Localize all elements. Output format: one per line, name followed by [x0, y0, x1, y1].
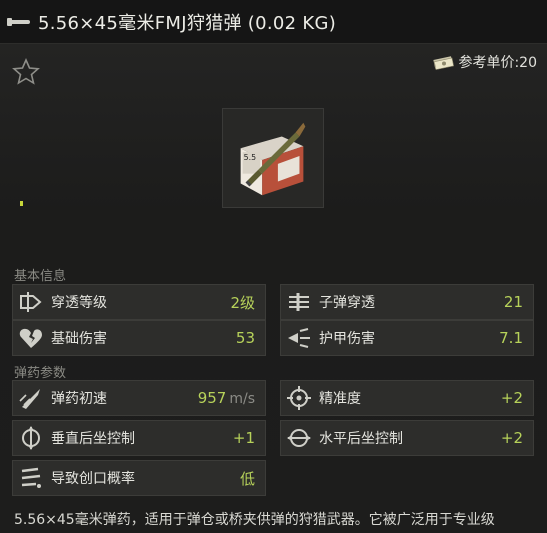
stat-bleeding-chance: 导致创口概率 低 — [12, 460, 266, 496]
item-description: 5.56×45毫米弹药，适用于弹仓或桥夹供弹的狩猎武器。它被广泛用于专业级 — [14, 512, 495, 528]
stat-horizontal-recoil: 水平后坐控制 +2 — [280, 420, 534, 456]
reference-price: 参考单价:20 — [432, 49, 537, 75]
stat-accuracy: 精准度 +2 — [280, 380, 534, 416]
velocity-value: 957 m/s — [197, 389, 255, 407]
stat-vertical-recoil: 垂直后坐控制 +1 — [12, 420, 266, 456]
marker-dot — [20, 201, 23, 206]
stat-bullet-penetration: 子弹穿透 21 — [280, 284, 534, 320]
armor-damage-icon — [281, 321, 317, 355]
item-image: 5.5 — [222, 108, 324, 208]
price-text: 参考单价:20 — [458, 55, 537, 71]
money-stack-icon — [433, 56, 455, 70]
favorite-star-icon[interactable] — [12, 58, 40, 86]
bullet-penetration-icon — [281, 285, 317, 319]
title-bar: 5.56×45毫米FMJ狩猎弹 (0.02 KG) — [0, 0, 547, 44]
penetration-level-icon — [13, 285, 49, 319]
horizontal-recoil-icon — [281, 421, 317, 455]
vertical-recoil-icon — [13, 421, 49, 455]
section-basic-info: 基本信息 — [14, 269, 67, 284]
stat-muzzle-velocity: 弹药初速 957 m/s — [12, 380, 266, 416]
bleeding-icon — [13, 461, 49, 495]
muzzle-velocity-icon — [13, 381, 49, 415]
broken-heart-icon — [13, 321, 49, 355]
header-row: 参考单价:20 — [0, 44, 547, 85]
ammo-icon — [7, 17, 30, 26]
item-title: 5.56×45毫米FMJ狩猎弹 (0.02 KG) — [38, 12, 337, 34]
crosshair-icon — [281, 381, 317, 415]
svg-text:5.5: 5.5 — [244, 153, 256, 162]
section-ammo-params: 弹药参数 — [14, 366, 67, 381]
stat-penetration-level: 穿透等级 2级 — [12, 284, 266, 320]
item-inspect-window: 5.56×45毫米FMJ狩猎弹 (0.02 KG) 参考单价:20 5.5 基本… — [0, 0, 547, 533]
stat-base-damage: 基础伤害 53 — [12, 320, 266, 356]
stat-armor-damage: 护甲伤害 7.1 — [280, 320, 534, 356]
